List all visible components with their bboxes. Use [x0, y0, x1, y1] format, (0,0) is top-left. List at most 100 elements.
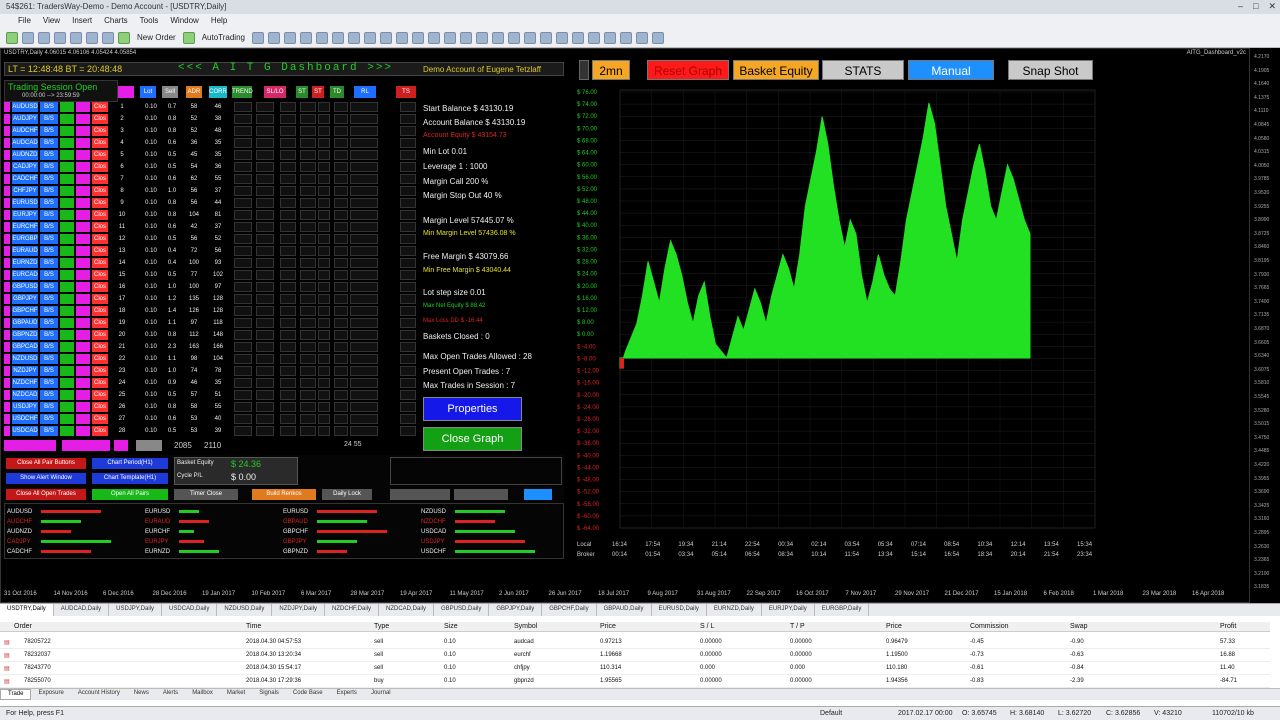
bs-button[interactable]: B/S: [40, 150, 58, 160]
line-chart-icon[interactable]: [283, 31, 296, 44]
cell-f[interactable]: [334, 390, 348, 400]
properties-button[interactable]: Properties: [423, 397, 522, 421]
periods-icon[interactable]: [395, 31, 408, 44]
close-button[interactable]: Clos: [92, 246, 108, 256]
pair-button[interactable]: GBPAUD: [12, 318, 38, 328]
cell-e[interactable]: [318, 138, 330, 148]
chart-tab[interactable]: GBPCHF,Daily: [542, 604, 597, 616]
cell-f[interactable]: [334, 210, 348, 220]
cell-f[interactable]: [334, 414, 348, 424]
cell-b[interactable]: [256, 318, 274, 328]
cell-h[interactable]: [400, 126, 416, 136]
cell-b[interactable]: [256, 162, 274, 172]
indicators-icon[interactable]: [379, 31, 392, 44]
terminal-tab[interactable]: Journal: [364, 689, 398, 700]
row-flag[interactable]: [4, 234, 10, 244]
cell-h[interactable]: [400, 210, 416, 220]
bs-button[interactable]: B/S: [40, 222, 58, 232]
close-button[interactable]: Clos: [92, 222, 108, 232]
trendline-icon[interactable]: [603, 31, 616, 44]
cell-f[interactable]: [334, 402, 348, 412]
close-button[interactable]: Clos: [92, 342, 108, 352]
cell-c[interactable]: [280, 342, 296, 352]
cell-d[interactable]: [300, 366, 316, 376]
menu-tools[interactable]: Tools: [140, 16, 159, 26]
cell-f[interactable]: [334, 246, 348, 256]
bs-button[interactable]: B/S: [40, 318, 58, 328]
cell-g[interactable]: [350, 102, 378, 112]
terminal-header-cell[interactable]: Commission: [970, 623, 1009, 630]
cell-h[interactable]: [400, 150, 416, 160]
cell-c[interactable]: [280, 282, 296, 292]
terminal-header-cell[interactable]: Price: [886, 623, 902, 630]
cell-e[interactable]: [318, 306, 330, 316]
cell-b[interactable]: [256, 210, 274, 220]
close-button[interactable]: Clos: [92, 306, 108, 316]
cell-g[interactable]: [350, 138, 378, 148]
cell-h[interactable]: [400, 186, 416, 196]
channel-icon[interactable]: [619, 31, 632, 44]
templates-icon[interactable]: [411, 31, 424, 44]
footer-toggle-button[interactable]: [114, 440, 128, 451]
reset-graph-button[interactable]: Reset Graph: [647, 60, 729, 80]
close-all-open-button[interactable]: Close All Open Trades: [6, 489, 86, 500]
sell-button[interactable]: [76, 102, 90, 112]
cell-f[interactable]: [334, 378, 348, 388]
pair-button[interactable]: CHFJPY: [12, 186, 38, 196]
sell-button[interactable]: [76, 198, 90, 208]
bs-button[interactable]: B/S: [40, 378, 58, 388]
trade-toggle[interactable]: [524, 489, 552, 500]
chart-tab[interactable]: GBPJPY,Daily: [489, 604, 543, 616]
cell-g[interactable]: [350, 210, 378, 220]
candle-chart-icon[interactable]: [267, 31, 280, 44]
bs-button[interactable]: B/S: [40, 234, 58, 244]
menu-insert[interactable]: Insert: [72, 16, 92, 26]
sell-button[interactable]: [76, 186, 90, 196]
cell-e[interactable]: [318, 378, 330, 388]
header-ts-button[interactable]: TS: [396, 86, 416, 98]
buy-button[interactable]: [60, 426, 74, 436]
cell-b[interactable]: [256, 174, 274, 184]
cell-e[interactable]: [318, 234, 330, 244]
cell-f[interactable]: [334, 270, 348, 280]
pair-button[interactable]: EURJPY: [12, 210, 38, 220]
cell-h[interactable]: [400, 198, 416, 208]
cell-b[interactable]: [256, 330, 274, 340]
row-flag[interactable]: [4, 426, 10, 436]
h1-icon[interactable]: [491, 31, 504, 44]
cell-f[interactable]: [334, 258, 348, 268]
cell-a[interactable]: [234, 222, 252, 232]
timer-close-button[interactable]: Timer Close: [174, 489, 238, 500]
cell-g[interactable]: [350, 258, 378, 268]
row-flag[interactable]: [4, 330, 10, 340]
close-button[interactable]: Clos: [92, 366, 108, 376]
cell-e[interactable]: [318, 390, 330, 400]
new-order-button[interactable]: New Order: [134, 33, 179, 42]
buy-button[interactable]: [60, 330, 74, 340]
sell-button[interactable]: [76, 294, 90, 304]
chart-tab[interactable]: EURJPY,Daily: [762, 604, 815, 616]
cell-f[interactable]: [334, 126, 348, 136]
cell-g[interactable]: [350, 174, 378, 184]
pair-button[interactable]: AUDNZD: [12, 150, 38, 160]
bs-button[interactable]: B/S: [40, 414, 58, 424]
row-flag[interactable]: [4, 114, 10, 124]
terminal-header-cell[interactable]: Size: [444, 623, 458, 630]
cell-a[interactable]: [234, 174, 252, 184]
data-window-icon[interactable]: [54, 31, 66, 44]
pair-button[interactable]: EURAUD: [12, 246, 38, 256]
cell-d[interactable]: [300, 402, 316, 412]
chart-tab[interactable]: USDTRY,Daily: [0, 604, 54, 616]
sell-button[interactable]: [76, 282, 90, 292]
cell-a[interactable]: [234, 282, 252, 292]
pair-button[interactable]: EURCHF: [12, 222, 38, 232]
cell-g[interactable]: [350, 342, 378, 352]
cell-g[interactable]: [350, 378, 378, 388]
cell-a[interactable]: [234, 126, 252, 136]
cell-c[interactable]: [280, 354, 296, 364]
terminal-tab[interactable]: Alerts: [156, 689, 185, 700]
row-flag[interactable]: [4, 306, 10, 316]
bs-button[interactable]: B/S: [40, 342, 58, 352]
header-rl-button[interactable]: RL: [354, 86, 376, 98]
market-watch-icon[interactable]: [38, 31, 50, 44]
